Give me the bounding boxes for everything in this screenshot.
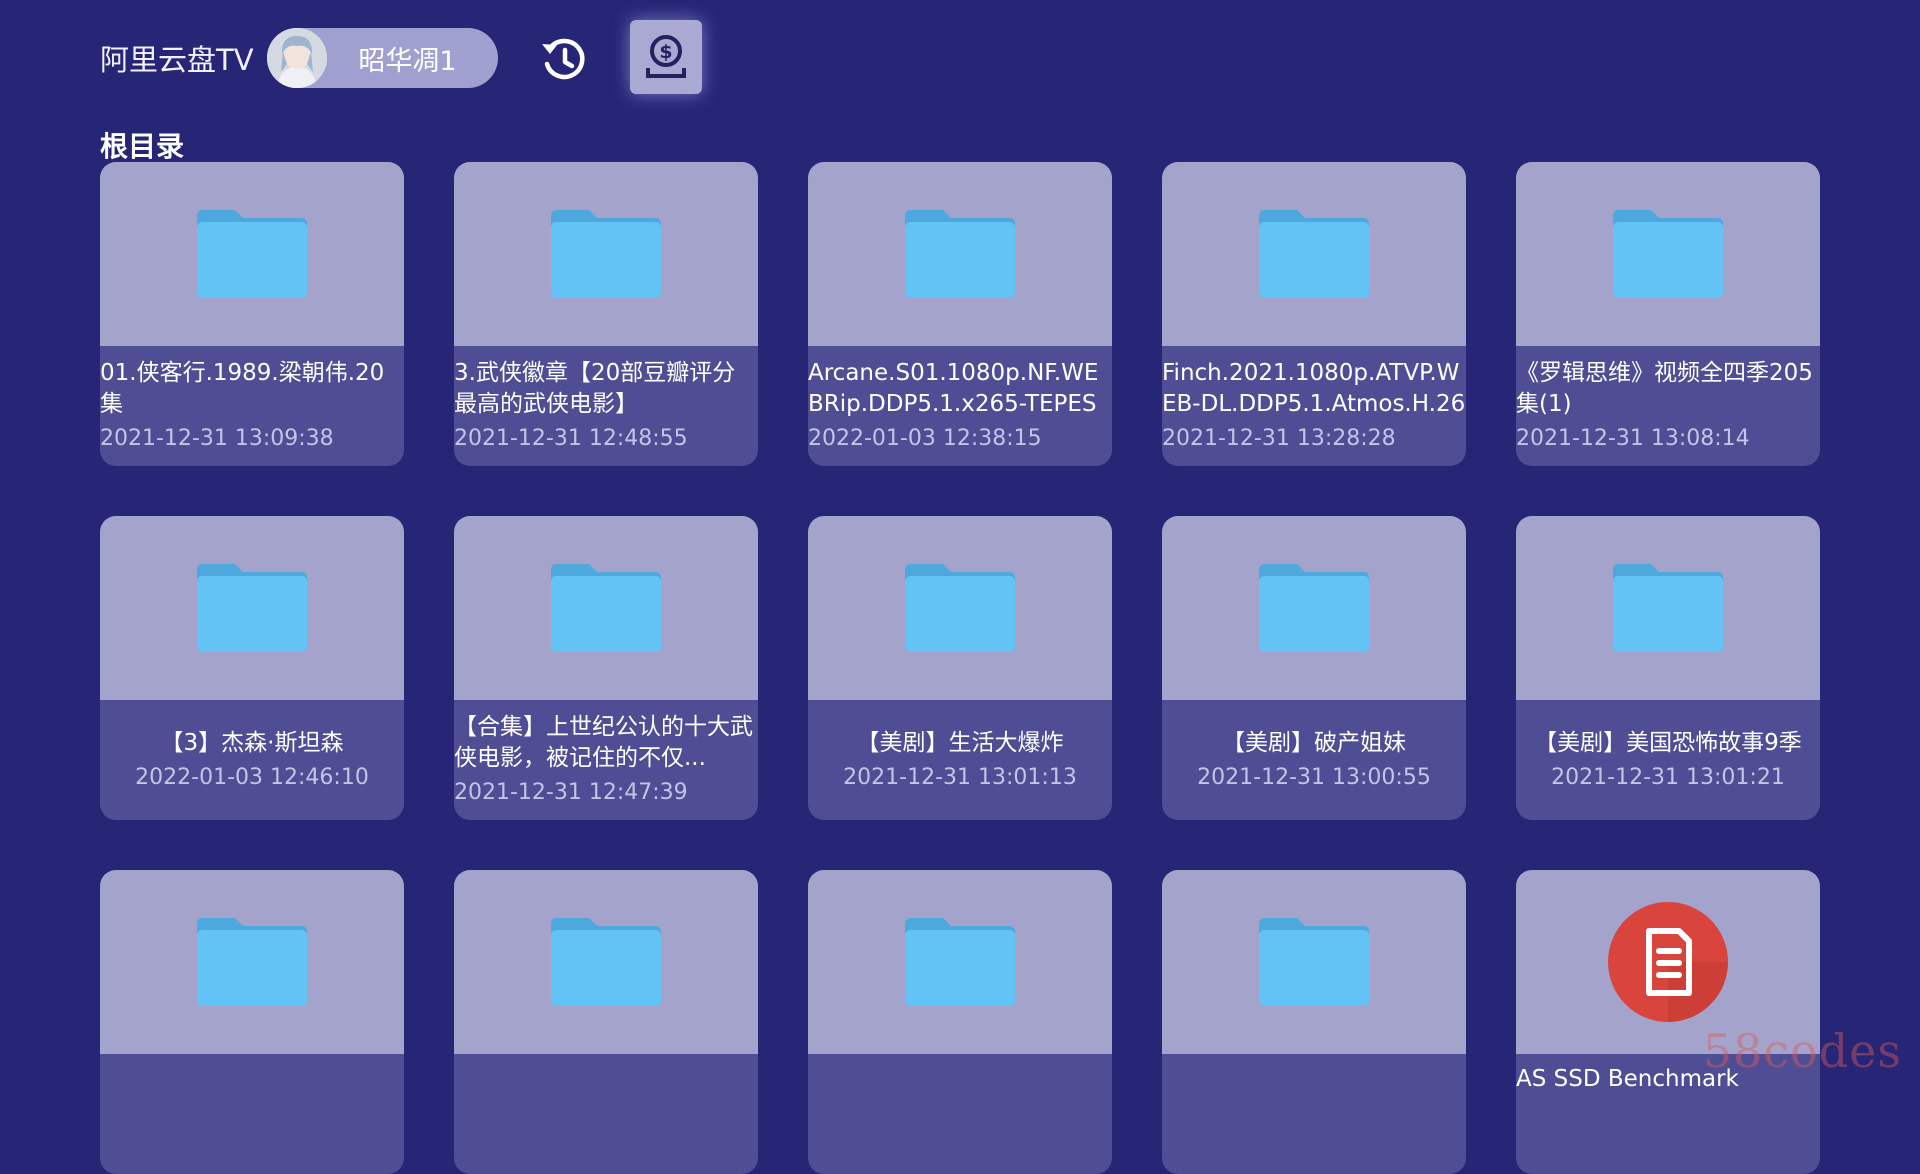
card-thumbnail: [454, 516, 758, 700]
card-thumbnail: [1162, 870, 1466, 1054]
folder-card[interactable]: [808, 870, 1112, 1174]
file-name: 《罗辑思维》视频全四季205集(1): [1516, 360, 1813, 417]
card-thumbnail: [808, 162, 1112, 346]
card-thumbnail: [100, 870, 404, 1054]
card-info: 【美剧】生活大爆炸 2021-12-31 13:01:13: [808, 700, 1112, 820]
folder-icon: [197, 564, 307, 652]
folder-icon: [905, 564, 1015, 652]
user-switch-button[interactable]: 昭华凋1: [267, 28, 498, 88]
folder-icon: [551, 210, 661, 298]
document-icon: [1608, 902, 1728, 1022]
app-title: 阿里云盘TV: [100, 43, 254, 77]
file-date: 2021-12-31 13:00:55: [1197, 764, 1431, 790]
card-thumbnail: [808, 870, 1112, 1054]
vip-button[interactable]: $: [630, 20, 702, 94]
file-date: 2021-12-31 13:28:28: [1162, 426, 1396, 451]
user-name: 昭华凋1: [358, 45, 457, 77]
folder-icon: [905, 918, 1015, 1006]
card-thumbnail: [1516, 516, 1820, 700]
file-date: 2021-12-31 13:01:13: [843, 764, 1077, 790]
file-name: 01.侠客行.1989.梁朝伟.20集: [100, 360, 385, 417]
file-date: 2021-12-31 12:47:39: [454, 780, 688, 805]
file-date: 2022-01-03 12:38:15: [808, 426, 1042, 451]
card-info: Finch.2021.1080p.ATVP.WEB-DL.DDP5.1.Atmo…: [1162, 346, 1466, 466]
folder-card[interactable]: 【美剧】生活大爆炸 2021-12-31 13:01:13: [808, 516, 1112, 820]
folder-card[interactable]: Finch.2021.1080p.ATVP.WEB-DL.DDP5.1.Atmo…: [1162, 162, 1466, 466]
folder-icon: [1259, 564, 1369, 652]
svg-text:$: $: [659, 41, 672, 63]
file-date: 2021-12-31 13:08:14: [1516, 426, 1750, 451]
folder-icon: [551, 918, 661, 1006]
folder-card[interactable]: 【美剧】破产姐妹 2021-12-31 13:00:55: [1162, 516, 1466, 820]
folder-icon: [197, 918, 307, 1006]
folder-icon: [1259, 918, 1369, 1006]
card-info: 3.武侠徽章【20部豆瓣评分最高的武侠电影】 2021-12-31 12:48:…: [454, 346, 758, 466]
folder-icon: [1613, 210, 1723, 298]
card-thumbnail: [1162, 516, 1466, 700]
card-info: 01.侠客行.1989.梁朝伟.20集 2021-12-31 13:09:38: [100, 346, 404, 466]
folder-card[interactable]: 【美剧】美国恐怖故事9季 2021-12-31 13:01:21: [1516, 516, 1820, 820]
card-info: [100, 1054, 404, 1174]
card-info: 【美剧】破产姐妹 2021-12-31 13:00:55: [1162, 700, 1466, 820]
file-name: Arcane.S01.1080p.NF.WEBRip.DDP5.1.x265-T…: [808, 360, 1099, 417]
avatar: [267, 28, 327, 88]
card-thumbnail: [454, 870, 758, 1054]
card-info: 【美剧】美国恐怖故事9季 2021-12-31 13:01:21: [1516, 700, 1820, 820]
folder-icon: [1259, 210, 1369, 298]
breadcrumb: 根目录: [100, 130, 185, 163]
file-date: 2021-12-31 13:09:38: [100, 426, 334, 451]
folder-card[interactable]: [454, 870, 758, 1174]
folder-card[interactable]: Arcane.S01.1080p.NF.WEBRip.DDP5.1.x265-T…: [808, 162, 1112, 466]
dollar-badge-icon: $: [646, 35, 686, 78]
folder-icon: [551, 564, 661, 652]
card-info: [808, 1054, 1112, 1174]
folder-icon: [197, 210, 307, 298]
card-info: [1162, 1054, 1466, 1174]
file-name: Finch.2021.1080p.ATVP.WEB-DL.DDP5.1.Atmo…: [1162, 360, 1466, 417]
file-name: 【3】杰森·斯坦森: [160, 729, 344, 756]
watermark: 58codes: [1702, 1024, 1902, 1078]
folder-icon: [1613, 564, 1723, 652]
card-info: 【合集】上世纪公认的十大武侠电影，被记住的不仅... 2021-12-31 12…: [454, 700, 758, 820]
folder-icon: [905, 210, 1015, 298]
history-icon: [542, 38, 585, 80]
file-date: 2021-12-31 13:01:21: [1551, 764, 1785, 790]
card-thumbnail: [1516, 162, 1820, 346]
card-thumbnail: [808, 516, 1112, 700]
card-thumbnail: [100, 162, 404, 346]
folder-card[interactable]: 01.侠客行.1989.梁朝伟.20集 2021-12-31 13:09:38: [100, 162, 404, 466]
card-info: 《罗辑思维》视频全四季205集(1) 2021-12-31 13:08:14: [1516, 346, 1820, 466]
file-name: 【美剧】破产姐妹: [1222, 729, 1406, 756]
file-date: 2022-01-03 12:46:10: [135, 764, 369, 790]
file-name: 【美剧】美国恐怖故事9季: [1534, 729, 1802, 756]
card-thumbnail: [454, 162, 758, 346]
card-thumbnail: [1162, 162, 1466, 346]
card-thumbnail: [100, 516, 404, 700]
card-info: 【3】杰森·斯坦森 2022-01-03 12:46:10: [100, 700, 404, 820]
card-info: [454, 1054, 758, 1174]
history-button[interactable]: [538, 34, 590, 86]
folder-card[interactable]: [1162, 870, 1466, 1174]
file-name: 3.武侠徽章【20部豆瓣评分最高的武侠电影】: [454, 360, 736, 417]
folder-card[interactable]: 【合集】上世纪公认的十大武侠电影，被记住的不仅... 2021-12-31 12…: [454, 516, 758, 820]
folder-card[interactable]: 【3】杰森·斯坦森 2022-01-03 12:46:10: [100, 516, 404, 820]
file-name: 【美剧】生活大爆炸: [856, 729, 1064, 756]
folder-card[interactable]: [100, 870, 404, 1174]
card-info: Arcane.S01.1080p.NF.WEBRip.DDP5.1.x265-T…: [808, 346, 1112, 466]
file-name: 【合集】上世纪公认的十大武侠电影，被记住的不仅...: [454, 714, 753, 771]
folder-card[interactable]: 3.武侠徽章【20部豆瓣评分最高的武侠电影】 2021-12-31 12:48:…: [454, 162, 758, 466]
folder-card[interactable]: 《罗辑思维》视频全四季205集(1) 2021-12-31 13:08:14: [1516, 162, 1820, 466]
document-card[interactable]: AS SSD Benchmark: [1516, 870, 1820, 1174]
file-date: 2021-12-31 12:48:55: [454, 426, 688, 451]
